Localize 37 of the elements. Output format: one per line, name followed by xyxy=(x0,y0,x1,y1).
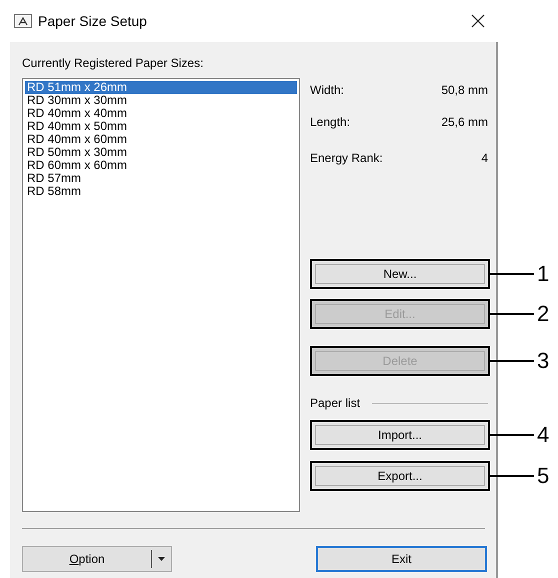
paper-size-list[interactable]: RD 51mm x 26mm RD 30mm x 30mm RD 40mm x 40mm RD 40mm x 50mm RD 40mm x 60mm RD 50mm x 30mm RD 60mm x 60mm RD 57mm RD 58mm xyxy=(22,78,300,512)
list-item[interactable]: RD 51mm x 26mm xyxy=(25,81,297,94)
detail-value: 50,8 mm xyxy=(441,82,488,99)
detail-value: 25,6 mm xyxy=(441,114,488,131)
list-item[interactable]: RD 40mm x 40mm xyxy=(25,107,297,120)
leader-line xyxy=(490,434,534,436)
close-icon[interactable] xyxy=(470,13,486,29)
leader-line xyxy=(490,313,534,315)
dialog-button[interactable]: Export... xyxy=(310,461,490,491)
detail-label: Energy Rank: xyxy=(310,150,383,167)
callout-number: 4 xyxy=(537,424,550,446)
detail-label: Length: xyxy=(310,114,350,131)
callout-number: 2 xyxy=(537,303,550,325)
list-item[interactable]: RD 40mm x 60mm xyxy=(25,133,297,146)
group-label: Paper list xyxy=(310,395,360,412)
list-item[interactable]: RD 60mm x 60mm xyxy=(25,159,297,172)
detail-label: Width: xyxy=(310,82,344,99)
leader-line xyxy=(490,273,534,275)
list-item[interactable]: RD 58mm xyxy=(25,185,297,198)
exit-button[interactable]: Exit xyxy=(316,546,487,572)
list-item[interactable]: RD 57mm xyxy=(25,172,297,185)
list-item[interactable]: RD 50mm x 30mm xyxy=(25,146,297,159)
callout-number: 5 xyxy=(537,465,550,487)
option-button[interactable]: Option xyxy=(22,546,172,572)
leader-line xyxy=(490,360,534,362)
leader-line xyxy=(490,475,534,477)
window-title: Paper Size Setup xyxy=(38,12,147,31)
caret-icon[interactable] xyxy=(158,557,165,561)
app-icon xyxy=(14,14,32,28)
list-label: Currently Registered Paper Sizes: xyxy=(22,55,204,72)
dialog-button[interactable]: New... xyxy=(310,259,490,289)
callout-number: 1 xyxy=(537,263,550,285)
list-item[interactable]: RD 30mm x 30mm xyxy=(25,94,297,107)
detail-value: 4 xyxy=(481,150,488,167)
callout-number: 3 xyxy=(537,350,550,372)
dialog-button[interactable]: Import... xyxy=(310,420,490,450)
list-item[interactable]: RD 40mm x 50mm xyxy=(25,120,297,133)
